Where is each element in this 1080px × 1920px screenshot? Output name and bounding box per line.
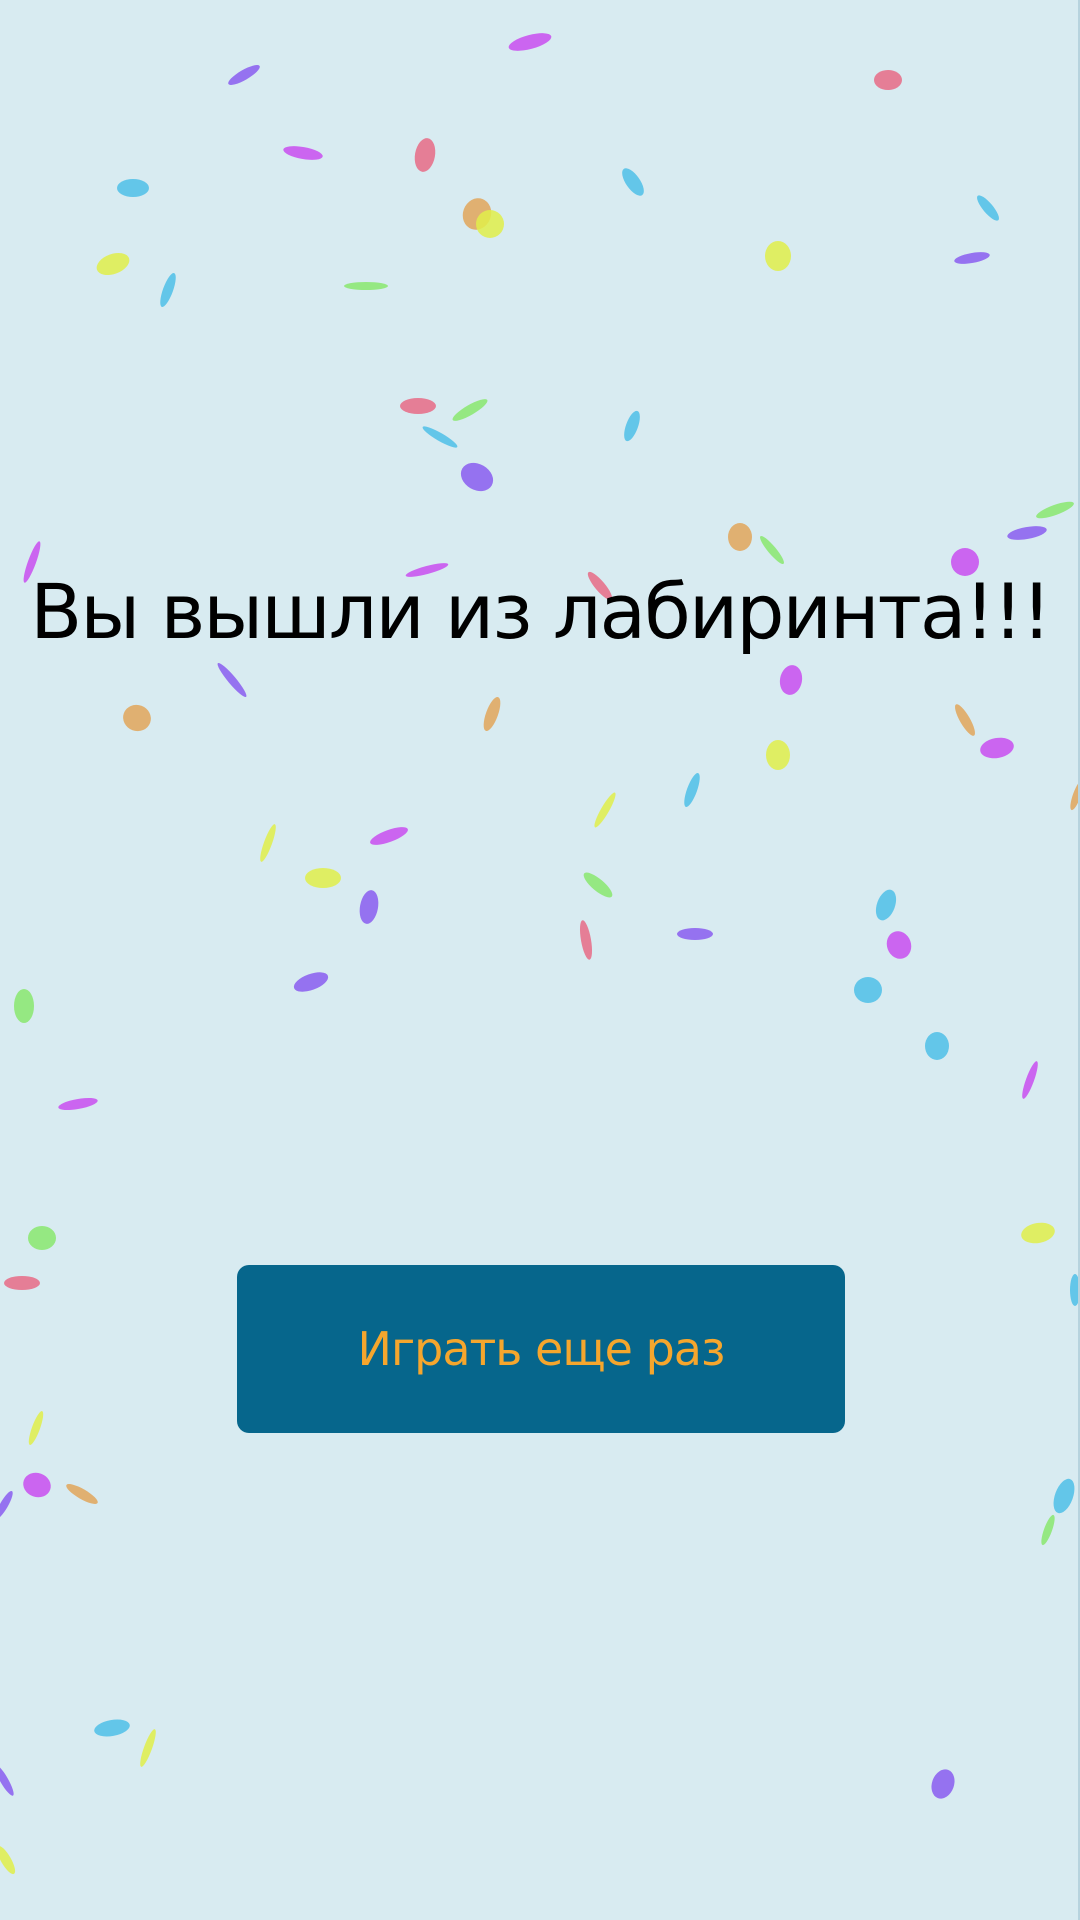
confetti-piece	[874, 70, 902, 90]
confetti-piece	[0, 1491, 13, 1519]
confetti-piece	[370, 827, 408, 845]
confetti-animation	[0, 33, 1080, 1875]
confetti-piece	[977, 195, 999, 221]
win-message: Вы вышли из лабиринта!!!	[30, 567, 1052, 656]
confetti-piece	[594, 792, 616, 828]
confetti-piece	[58, 1097, 98, 1111]
confetti-piece	[94, 1719, 130, 1737]
confetti-piece	[1041, 1514, 1055, 1546]
confetti-piece	[1007, 526, 1047, 540]
confetti-piece	[0, 1764, 14, 1796]
confetti-piece	[422, 426, 458, 448]
confetti-piece	[66, 1484, 98, 1504]
confetti-piece	[925, 1032, 949, 1060]
confetti-piece	[622, 168, 644, 196]
confetti-piece	[875, 889, 897, 921]
confetti-piece	[400, 398, 436, 414]
confetti-piece	[462, 198, 492, 230]
confetti-piece	[217, 662, 247, 698]
confetti-piece	[624, 410, 640, 442]
confetti-piece	[140, 1729, 156, 1767]
confetti-piece	[344, 282, 388, 290]
confetti-piece	[305, 868, 341, 888]
confetti-piece	[359, 890, 379, 924]
confetti-piece	[414, 138, 436, 172]
confetti-piece	[579, 920, 593, 960]
confetti-piece	[779, 665, 803, 695]
confetti-piece	[28, 1226, 56, 1250]
confetti-piece	[508, 33, 552, 51]
confetti-piece	[123, 704, 151, 732]
confetti-piece	[1022, 1061, 1038, 1099]
confetti-piece	[452, 399, 488, 421]
confetti-piece	[4, 1276, 40, 1290]
confetti-piece	[28, 1411, 44, 1445]
confetti-piece	[476, 210, 504, 238]
confetti-piece	[886, 931, 912, 959]
confetti-piece	[117, 179, 149, 197]
confetti-piece	[684, 772, 700, 808]
confetti-piece	[1036, 501, 1074, 519]
confetti-piece	[954, 252, 990, 264]
confetti-piece	[14, 989, 34, 1023]
confetti-piece	[728, 523, 752, 551]
confetti-piece	[931, 1769, 955, 1799]
confetti-piece	[483, 696, 501, 732]
confetti-piece	[1053, 1478, 1075, 1514]
confetti-piece	[260, 824, 276, 862]
confetti-piece	[854, 977, 882, 1003]
confetti-piece	[765, 241, 791, 271]
confetti-piece	[228, 65, 260, 85]
confetti-piece	[677, 928, 713, 940]
confetti-piece	[760, 535, 784, 565]
play-again-button[interactable]: Играть еще раз	[237, 1265, 845, 1433]
confetti-piece	[96, 252, 130, 276]
confetti-piece	[583, 872, 613, 898]
confetti-piece	[460, 462, 494, 492]
confetti-piece	[0, 1845, 16, 1875]
confetti-piece	[955, 704, 975, 736]
confetti-piece	[293, 972, 329, 992]
confetti-piece	[23, 1472, 51, 1498]
confetti-piece	[766, 740, 790, 770]
confetti-piece	[283, 146, 323, 160]
confetti-piece	[160, 272, 176, 308]
confetti-piece	[1021, 1222, 1055, 1244]
confetti-piece	[980, 737, 1014, 759]
